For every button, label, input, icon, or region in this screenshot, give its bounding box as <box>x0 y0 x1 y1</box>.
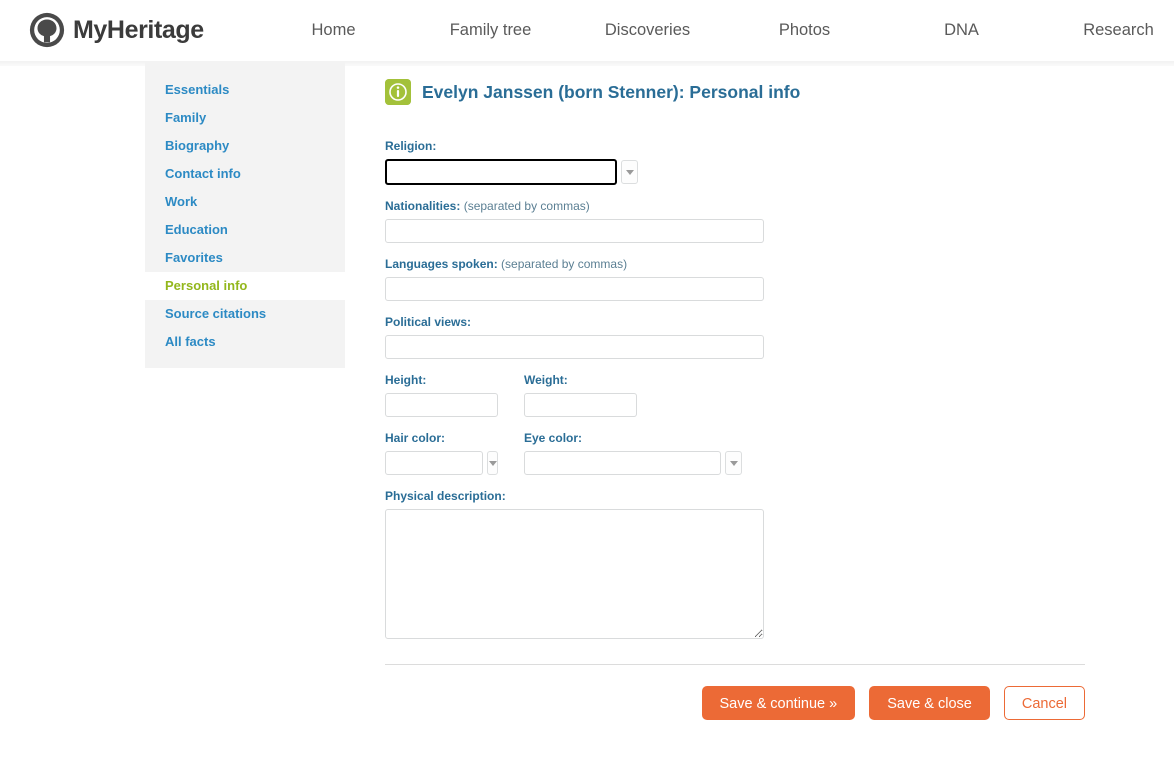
label-eye-color: Eye color: <box>524 431 583 446</box>
hair-color-combo <box>385 451 498 476</box>
field-weight: Weight: <box>524 373 637 418</box>
field-physical-description: Physical description: <box>385 489 1105 640</box>
label-political-views: Political views: <box>385 315 472 330</box>
sidebar-item-biography[interactable]: Biography <box>145 132 345 160</box>
myheritage-tree-logo-icon <box>29 12 65 48</box>
chevron-down-icon <box>488 460 497 466</box>
logo[interactable]: MyHeritage <box>28 11 204 49</box>
nationalities-input[interactable] <box>385 219 764 244</box>
save-and-close-button[interactable]: Save & close <box>869 686 990 720</box>
field-hair-color: Hair color: <box>385 431 498 476</box>
sidebar-item-personal-info[interactable]: Personal info <box>145 272 345 300</box>
logo-text: MyHeritage <box>73 15 204 44</box>
page-title: Evelyn Janssen (born Stenner): Personal … <box>422 81 801 102</box>
physical-description-textarea[interactable] <box>385 509 764 640</box>
field-eye-color: Eye color: <box>524 431 742 476</box>
chevron-down-icon <box>729 460 738 466</box>
field-languages-spoken: Languages spoken: (separated by commas) <box>385 257 1105 302</box>
form-footer-divider <box>385 664 1085 665</box>
save-and-continue-button[interactable]: Save & continue » <box>701 686 856 720</box>
label-nationalities-hint: (separated by commas) <box>463 199 590 214</box>
site-header: MyHeritage Home Family tree Discoveries … <box>0 0 1174 61</box>
page-title-row: Evelyn Janssen (born Stenner): Personal … <box>385 70 1105 113</box>
sidebar-item-family[interactable]: Family <box>145 104 345 132</box>
sidebar-item-source-citations[interactable]: Source citations <box>145 300 345 328</box>
field-political-views: Political views: <box>385 315 1105 360</box>
cancel-button[interactable]: Cancel <box>1003 686 1085 720</box>
label-nationalities: Nationalities: (separated by commas) <box>385 199 1105 213</box>
field-row-height-weight: Height: Weight: <box>385 373 1105 418</box>
hair-color-dropdown-button[interactable] <box>487 451 498 476</box>
nav-item-home[interactable]: Home <box>255 0 412 61</box>
height-input[interactable] <box>385 393 498 418</box>
sidebar-item-contact-info[interactable]: Contact info <box>145 160 345 188</box>
label-hair-color: Hair color: <box>385 431 446 446</box>
label-languages-spoken-text: Languages spoken: <box>385 257 498 272</box>
sidebar-item-favorites[interactable]: Favorites <box>145 244 345 272</box>
hair-color-input[interactable] <box>385 451 483 476</box>
eye-color-dropdown-button[interactable] <box>725 451 742 476</box>
field-religion: Religion: <box>385 139 1105 186</box>
eye-color-input[interactable] <box>524 451 722 476</box>
nav-item-photos[interactable]: Photos <box>726 0 883 61</box>
eye-color-combo <box>524 451 742 476</box>
label-height: Height: <box>385 373 427 388</box>
languages-spoken-input[interactable] <box>385 277 764 302</box>
field-height: Height: <box>385 373 498 418</box>
label-religion: Religion: <box>385 139 437 154</box>
religion-input[interactable] <box>385 159 617 186</box>
label-languages-spoken: Languages spoken: (separated by commas) <box>385 257 1105 271</box>
religion-combo <box>385 159 1105 186</box>
nav-item-dna[interactable]: DNA <box>883 0 1040 61</box>
info-icon <box>385 78 411 105</box>
nav-item-discoveries[interactable]: Discoveries <box>569 0 726 61</box>
nav-item-research[interactable]: Research <box>1040 0 1174 61</box>
chevron-down-icon <box>625 169 634 175</box>
profile-section-sidebar: Essentials Family Biography Contact info… <box>145 62 345 368</box>
field-row-hair-eye-color: Hair color: Eye color: <box>385 431 1105 476</box>
nav-item-family-tree[interactable]: Family tree <box>412 0 569 61</box>
label-languages-spoken-hint: (separated by commas) <box>501 257 628 272</box>
sidebar-item-essentials[interactable]: Essentials <box>145 76 345 104</box>
religion-dropdown-button[interactable] <box>621 160 638 185</box>
sidebar-item-work[interactable]: Work <box>145 188 345 216</box>
weight-input[interactable] <box>524 393 637 418</box>
label-nationalities-text: Nationalities: <box>385 199 461 214</box>
sidebar-item-education[interactable]: Education <box>145 216 345 244</box>
label-weight: Weight: <box>524 373 568 388</box>
field-nationalities: Nationalities: (separated by commas) <box>385 199 1105 244</box>
form-button-bar: Save & continue » Save & close Cancel <box>385 686 1085 720</box>
main-navigation: Home Family tree Discoveries Photos DNA … <box>255 0 1174 61</box>
label-physical-description: Physical description: <box>385 489 506 504</box>
political-views-input[interactable] <box>385 335 764 360</box>
sidebar-item-all-facts[interactable]: All facts <box>145 328 345 356</box>
personal-info-form: Evelyn Janssen (born Stenner): Personal … <box>385 70 1105 653</box>
